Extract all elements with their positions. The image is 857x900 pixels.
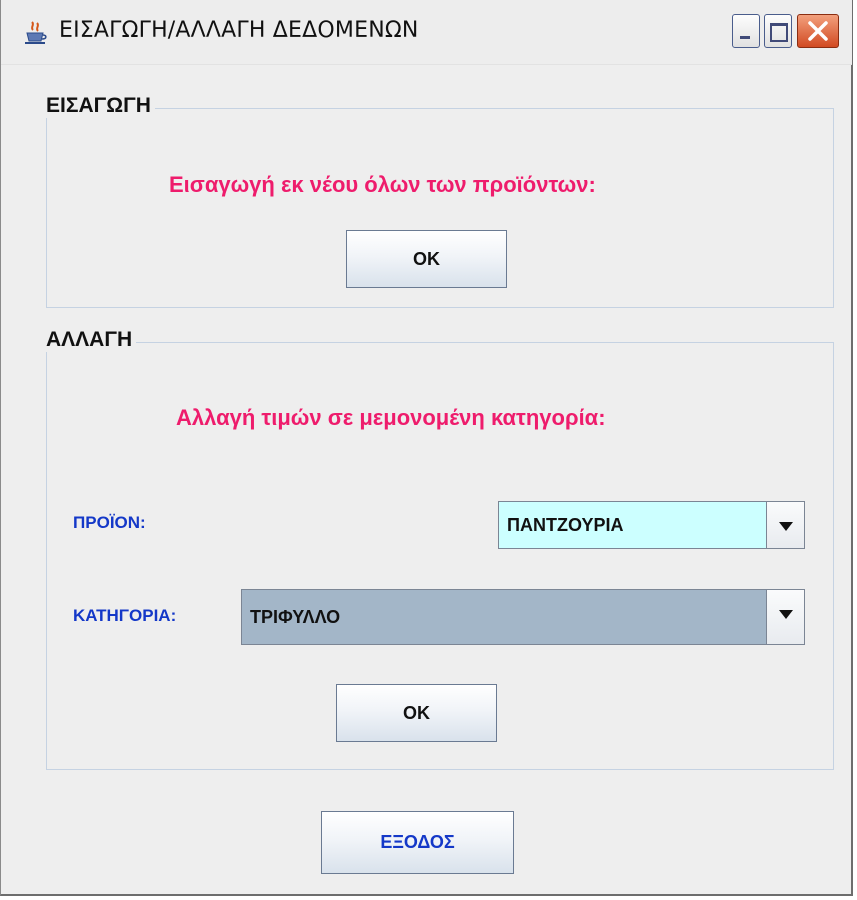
close-button[interactable] bbox=[797, 14, 839, 48]
category-combo-value: ΤΡΙΦΥΛΛΟ bbox=[250, 606, 341, 627]
category-combo[interactable]: ΤΡΙΦΥΛΛΟ bbox=[241, 589, 805, 645]
product-combo[interactable]: ΠΑΝΤΖΟΥΡΙΑ bbox=[498, 501, 805, 549]
change-group-title: ΑΛΛΑΓΗ bbox=[46, 328, 137, 352]
maximize-button[interactable] bbox=[764, 14, 792, 48]
java-cup-icon bbox=[25, 21, 47, 44]
change-ok-button[interactable]: OK bbox=[336, 684, 497, 742]
insert-ok-button[interactable]: OK bbox=[346, 230, 507, 288]
change-instruction: Αλλαγή τιμών σε μεμονομένη κατηγορία: bbox=[176, 405, 606, 430]
product-combo-value: ΠΑΝΤΖΟΥΡΙΑ bbox=[507, 514, 624, 535]
window-title: ΕΙΣΑΓΩΓΗ/ΑΛΛΑΓΗ ΔΕΔΟΜΕΝΩΝ bbox=[59, 18, 419, 43]
chevron-down-icon[interactable] bbox=[766, 502, 804, 548]
title-bar[interactable]: ΕΙΣΑΓΩΓΗ/ΑΛΛΑΓΗ ΔΕΔΟΜΕΝΩΝ bbox=[1, 0, 852, 65]
insert-instruction: Εισαγωγή εκ νέου όλων των προϊόντων: bbox=[169, 172, 596, 197]
minimize-button[interactable] bbox=[732, 14, 760, 48]
chevron-down-icon[interactable] bbox=[766, 590, 804, 644]
dialog-window: ΕΙΣΑΓΩΓΗ/ΑΛΛΑΓΗ ΔΕΔΟΜΕΝΩΝ ΕΙΣΑΓΩΓΗ Εισαγ… bbox=[0, 0, 853, 896]
product-label: ΠΡΟΪΟΝ: bbox=[73, 513, 146, 532]
exit-button[interactable]: ΕΞΟΔΟΣ bbox=[321, 811, 514, 874]
close-icon bbox=[808, 21, 828, 41]
category-label: ΚΑΤΗΓΟΡΙΑ: bbox=[73, 606, 177, 625]
insert-group-title: ΕΙΣΑΓΩΓΗ bbox=[46, 94, 155, 118]
